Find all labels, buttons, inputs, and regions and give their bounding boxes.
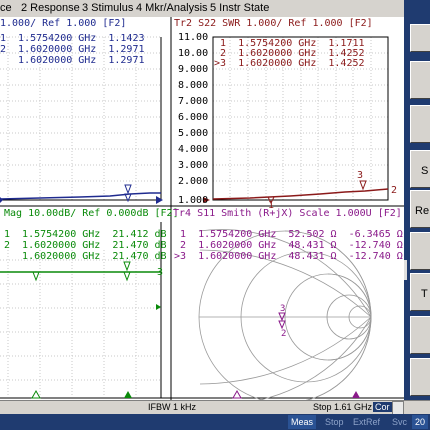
softkey-button-s[interactable]: S	[410, 150, 430, 188]
tr2-ytick: 3.000	[178, 160, 209, 171]
svc-indicator: Svc	[392, 417, 408, 427]
softkey-button-2[interactable]	[410, 61, 430, 99]
channel-status-bar: IFBW 1 kHz Stop 1.61 GHz Cor	[0, 400, 430, 415]
softkey-button-9[interactable]	[410, 358, 430, 396]
softkey-button-re[interactable]: Re	[410, 190, 430, 228]
tr3-header[interactable]: Mag 10.00dB/ Ref 0.000dB [F2]	[4, 208, 179, 219]
tr3-marker-row-3: 1.6020000 GHz 21.470 dB	[4, 251, 167, 262]
menu-item-stimulus[interactable]: 3 Stimulus	[82, 2, 133, 14]
tr4-marker-group: 3 2	[278, 304, 286, 339]
tr2-trace-tag-2: 2	[391, 185, 398, 196]
tr4-marker-2-label: 2	[281, 329, 286, 339]
tr2-ytick: 1.000	[178, 195, 209, 206]
menu-item-instr-state[interactable]: 5 Instr State	[210, 2, 269, 14]
tr2-ytick: 11.00	[178, 32, 209, 43]
softkey-button-3[interactable]	[410, 105, 430, 143]
tr4-marker-row-1: 1 1.5754200 GHz 52.502 Ω -6.3465 Ω 1	[174, 229, 421, 240]
status-box	[392, 401, 404, 415]
menu-item-response[interactable]: 2 Response	[21, 2, 80, 14]
tr2-ytick: 2.000	[178, 176, 209, 187]
tr4-marker-row-2: 2 1.6020000 GHz 48.431 Ω -12.740 Ω 7	[174, 240, 421, 251]
correction-indicator: Cor	[373, 402, 392, 412]
menu-item-mkr-analysis[interactable]: 4 Mkr/Analysis	[136, 2, 208, 14]
menu-item-1[interactable]: ce	[0, 2, 12, 14]
tr2-ytick: 4.000	[178, 144, 209, 155]
softkey-button-t[interactable]: T	[410, 273, 430, 311]
tr1-marker-row-3: 1.6020000 GHz 1.2971	[0, 55, 145, 66]
tr3-trace-tag: 3	[157, 267, 164, 278]
tr1-marker-row-1: 1 1.5754200 GHz 1.1423	[0, 33, 145, 44]
tr4-header[interactable]: Tr4 S11 Smith (R+jX) Scale 1.000U [F2]	[173, 208, 402, 219]
active-channel-indicator	[404, 260, 407, 280]
softkey-button-1[interactable]	[410, 24, 430, 52]
tr2-header[interactable]: Tr2 S22 SWR 1.000/ Ref 1.000 [F2]	[174, 18, 373, 29]
tr2-ytick: 8.000	[178, 80, 209, 91]
tr2-ytick: 5.000	[178, 128, 209, 139]
softkey-button-6[interactable]	[410, 232, 430, 270]
tr1-marker-row-2: 2 1.6020000 GHz 1.2971	[0, 44, 145, 55]
meas-indicator: Meas	[288, 415, 317, 429]
menu-bar: ce 2 Response 3 Stimulus 4 Mkr/Analysis …	[0, 0, 404, 18]
stop-frequency-label[interactable]: Stop 1.61 GHz	[313, 402, 372, 412]
tr2-ytick: 10.00	[178, 48, 209, 59]
softkey-button-8[interactable]	[410, 316, 430, 354]
extref-indicator: ExtRef	[353, 417, 381, 427]
tr2-trace-tag-3: 3	[357, 170, 364, 181]
stop-indicator: Stop	[325, 417, 344, 427]
tr2-ytick: 7.000	[178, 96, 209, 107]
tr2-marker-row-3: >3 1.6020000 GHz 1.4252	[214, 58, 365, 69]
tr2-ytick: 9.000	[178, 64, 209, 75]
tr2-ytick: 6.000	[178, 112, 209, 123]
clock-indicator: 20	[412, 415, 429, 429]
tr3-marker-row-1: 1 1.5754200 GHz 21.412 dB	[4, 229, 167, 240]
tr4-marker-row-3: >3 1.6020000 GHz 48.431 Ω -12.740 Ω 7	[174, 251, 421, 262]
instrument-status-bar: Meas Stop ExtRef Svc 20	[0, 414, 430, 430]
ifbw-label[interactable]: IFBW 1 kHz	[148, 402, 196, 412]
tr1-header[interactable]: 1.000/ Ref 1.000 [F2]	[0, 18, 126, 29]
tr3-marker-row-2: 2 1.6020000 GHz 21.470 dB	[4, 240, 167, 251]
